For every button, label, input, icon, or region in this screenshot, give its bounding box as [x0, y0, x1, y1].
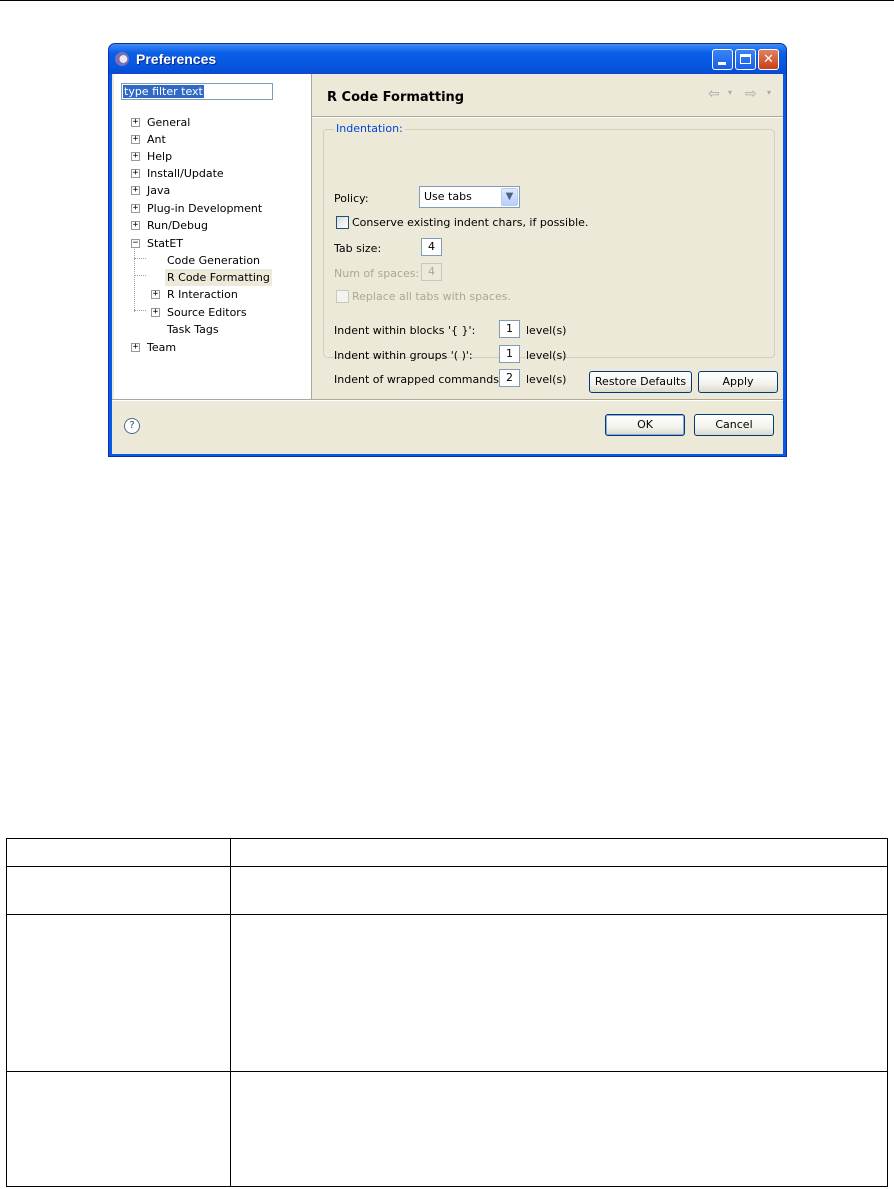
- table-row-divider: [7, 914, 887, 915]
- tree-item-statet[interactable]: − StatET: [114, 235, 311, 252]
- tree-item-label: Java: [147, 184, 171, 197]
- expand-icon[interactable]: +: [131, 135, 140, 144]
- tree-item-general[interactable]: + General: [114, 114, 311, 131]
- tree-item-plugin-development[interactable]: + Plug-in Development: [114, 200, 311, 217]
- header-separator: [312, 116, 783, 118]
- policy-select[interactable]: Use tabs ▼: [419, 186, 520, 208]
- tree-item-label: Team: [147, 341, 177, 354]
- table-row-divider: [7, 1071, 887, 1072]
- tree-item-r-interaction[interactable]: + R Interaction: [114, 286, 311, 303]
- tree-item-label: General: [147, 116, 191, 129]
- filter-input[interactable]: type filter text: [121, 83, 273, 100]
- tree-item-java[interactable]: + Java: [114, 182, 311, 199]
- eclipse-icon: [115, 52, 129, 66]
- wrapped-label: Indent of wrapped commands:: [334, 373, 503, 386]
- ok-button[interactable]: OK: [605, 414, 685, 436]
- expand-icon[interactable]: +: [131, 118, 140, 127]
- policy-value: Use tabs: [424, 190, 472, 203]
- window-title: Preferences: [136, 51, 217, 67]
- tree-item-label: StatET: [147, 237, 184, 250]
- expand-icon[interactable]: +: [131, 169, 140, 178]
- restore-defaults-button[interactable]: Restore Defaults: [589, 371, 692, 393]
- tree-item-label: R Interaction: [167, 288, 238, 301]
- minimize-button[interactable]: [712, 49, 733, 70]
- conserve-checkbox[interactable]: [336, 216, 349, 229]
- groups-field[interactable]: 1: [499, 345, 520, 363]
- tree-item-label: Source Editors: [167, 306, 247, 319]
- expand-icon[interactable]: +: [131, 204, 140, 213]
- wrapped-unit: level(s): [526, 373, 567, 386]
- tree-item-label: Plug-in Development: [147, 202, 263, 215]
- wrapped-field[interactable]: 2: [499, 369, 520, 387]
- groups-unit: level(s): [526, 349, 567, 362]
- tree-item-label: Task Tags: [167, 323, 219, 336]
- tab-size-label: Tab size:: [334, 242, 382, 255]
- tree-item-run-debug[interactable]: + Run/Debug: [114, 217, 311, 234]
- policy-label: Policy:: [334, 192, 369, 205]
- tree-item-source-editors[interactable]: + Source Editors: [114, 304, 311, 321]
- expand-icon[interactable]: +: [131, 152, 140, 161]
- cancel-button[interactable]: Cancel: [694, 414, 774, 436]
- blocks-field[interactable]: 1: [499, 320, 520, 338]
- tree-item-code-generation[interactable]: Code Generation: [114, 252, 311, 269]
- tree-item-label: R Code Formatting: [165, 269, 272, 286]
- tree-item-label: Run/Debug: [147, 219, 208, 232]
- minimize-icon: [718, 62, 726, 65]
- expand-icon[interactable]: +: [131, 186, 140, 195]
- maximize-icon: [740, 54, 751, 64]
- page-title: R Code Formatting: [327, 90, 465, 105]
- tree-item-label: Code Generation: [167, 254, 261, 267]
- tree-item-ant[interactable]: + Ant: [114, 131, 311, 148]
- blocks-unit: level(s): [526, 324, 567, 337]
- num-spaces-label: Num of spaces:: [334, 267, 420, 280]
- title-bar[interactable]: Preferences ✕: [109, 44, 786, 74]
- expand-icon[interactable]: +: [131, 343, 140, 352]
- tree-item-install-update[interactable]: + Install/Update: [114, 165, 311, 182]
- footer-separator: [112, 399, 783, 401]
- tree-item-label: Ant: [147, 133, 166, 146]
- tree-item-help[interactable]: + Help: [114, 148, 311, 165]
- preferences-window: Preferences ✕ type filter text + General: [108, 43, 787, 457]
- filter-text: type filter text: [123, 85, 204, 98]
- tree-item-team[interactable]: + Team: [114, 339, 311, 356]
- back-menu-icon[interactable]: ▾: [728, 88, 732, 97]
- collapse-icon[interactable]: −: [131, 239, 140, 248]
- document-table: [6, 838, 888, 1187]
- dialog-client: type filter text + General + Ant + Help …: [112, 74, 783, 454]
- blocks-label: Indent within blocks '{ }':: [334, 324, 476, 337]
- help-icon[interactable]: ?: [124, 418, 140, 434]
- table-column-divider: [230, 839, 231, 1186]
- close-button[interactable]: ✕: [758, 49, 779, 70]
- expand-icon[interactable]: +: [151, 308, 160, 317]
- forward-icon[interactable]: ⇨: [745, 86, 757, 102]
- forward-menu-icon[interactable]: ▾: [767, 88, 771, 97]
- replace-tabs-checkbox[interactable]: [336, 290, 349, 303]
- replace-tabs-label: Replace all tabs with spaces.: [352, 290, 511, 303]
- groups-label: Indent within groups '( )':: [334, 349, 473, 362]
- num-spaces-field[interactable]: 4: [421, 263, 442, 281]
- table-row-divider: [7, 866, 887, 867]
- preference-tree-pane: type filter text + General + Ant + Help …: [114, 74, 312, 399]
- expand-icon[interactable]: +: [131, 221, 140, 230]
- tree-item-r-code-formatting[interactable]: R Code Formatting: [114, 269, 311, 286]
- conserve-label: Conserve existing indent chars, if possi…: [352, 216, 589, 229]
- chevron-down-icon[interactable]: ▼: [501, 188, 518, 206]
- tree-item-label: Help: [147, 150, 173, 163]
- tab-size-field[interactable]: 4: [421, 238, 442, 256]
- maximize-button[interactable]: [735, 49, 756, 70]
- page-top-rule: [0, 0, 894, 1]
- tree-item-task-tags[interactable]: Task Tags: [114, 321, 311, 338]
- expand-icon[interactable]: +: [151, 290, 160, 299]
- back-icon[interactable]: ⇦: [708, 86, 720, 102]
- tree-item-label: Install/Update: [147, 167, 224, 180]
- indentation-legend: Indentation:: [334, 122, 405, 135]
- apply-button[interactable]: Apply: [698, 371, 778, 393]
